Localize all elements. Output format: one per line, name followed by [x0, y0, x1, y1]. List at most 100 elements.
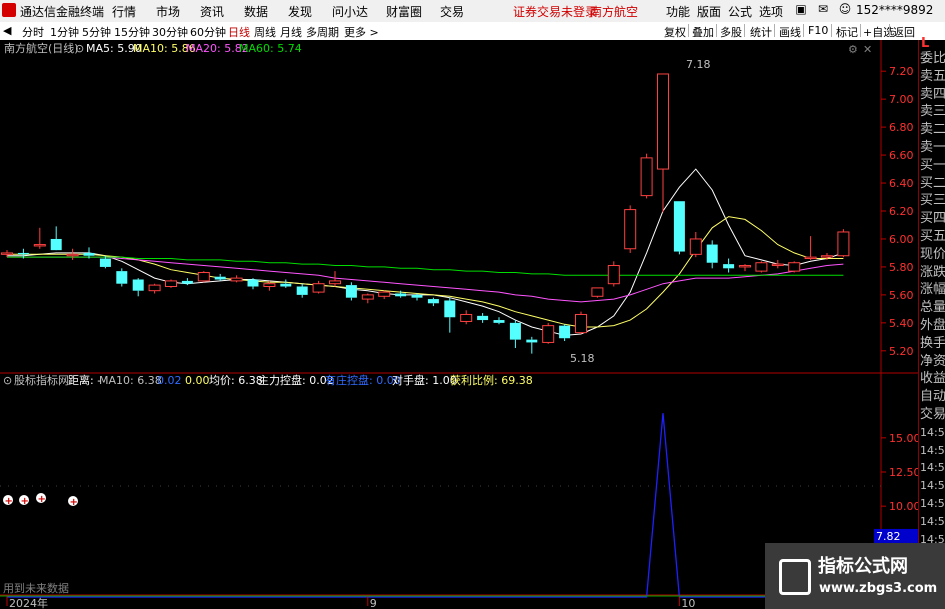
- toolbar-duogu[interactable]: 多股: [720, 24, 742, 40]
- candle-body: [559, 325, 571, 339]
- candle-body: [411, 294, 423, 298]
- price-tick-label: 5.80: [889, 261, 914, 274]
- candle-body: [837, 231, 850, 257]
- candle-body: [542, 325, 555, 343]
- menu-item-jiaoyi[interactable]: 交易: [440, 3, 464, 20]
- quote-field-label: 自动: [920, 389, 945, 405]
- watermark-title: 指标公式网: [818, 556, 908, 577]
- quote-field-label: 净资: [920, 353, 945, 369]
- menu-item-faxian[interactable]: 发现: [288, 3, 312, 20]
- indicator-name: 股标指标网: [14, 373, 69, 387]
- trade-login-status[interactable]: 证券交易未登录: [513, 3, 597, 20]
- period-fenshi[interactable]: 分时: [22, 24, 44, 40]
- account-id[interactable]: 152****9892: [856, 3, 933, 17]
- candle-body: [591, 287, 604, 297]
- candle-body: [165, 280, 177, 288]
- buy-marker-icon: +: [3, 495, 13, 507]
- candle-body: [329, 280, 341, 285]
- menu-item-shuju[interactable]: 数据: [244, 3, 268, 20]
- candle-body: [83, 252, 95, 256]
- period-15min[interactable]: 15分钟: [114, 24, 150, 40]
- menu-item-gongneng[interactable]: 功能: [666, 3, 690, 20]
- message-icon[interactable]: ✉: [812, 2, 834, 18]
- candle-body: [247, 279, 259, 287]
- candle-body: [361, 294, 374, 300]
- kline-chart[interactable]: 15.0012.5010.007.505.007.82 7.207.006.80…: [0, 40, 918, 609]
- toolbar-diejia[interactable]: 叠加: [692, 24, 714, 40]
- candle-up: [197, 271, 210, 283]
- menu-item-hangqing[interactable]: 行情: [112, 3, 136, 20]
- candle-body: [214, 276, 226, 280]
- candle-up: [640, 153, 653, 199]
- candle-up: [591, 287, 604, 298]
- indicator-huoli: 获利比例: 69.38: [450, 373, 533, 387]
- candle-body: [99, 258, 111, 267]
- candle-up: [575, 311, 587, 335]
- indicator-toggle-icon[interactable]: ⊙: [3, 374, 12, 387]
- low-price-label: 5.18: [570, 352, 595, 365]
- period-60min[interactable]: 60分钟: [190, 24, 226, 40]
- indicator-current-value: 7.82: [876, 530, 901, 543]
- menu-item-wenxiaoda[interactable]: 问小达: [332, 3, 368, 20]
- candle-body: [640, 157, 653, 197]
- ma60-label: MA60: 5.74: [239, 42, 302, 55]
- menu-item-gongshi[interactable]: 公式: [728, 3, 752, 20]
- indicator-junjia: 均价: 6.38: [209, 374, 263, 387]
- period-more[interactable]: 更多 >: [344, 24, 379, 40]
- period-weekly[interactable]: 周线: [254, 24, 276, 40]
- menu-item-xuanxiang[interactable]: 选项: [759, 3, 783, 20]
- price-tick-label: 6.20: [889, 205, 914, 218]
- user-icon[interactable]: ☺: [834, 2, 856, 18]
- candle-body: [378, 291, 391, 297]
- period-5min[interactable]: 5分钟: [82, 24, 111, 40]
- svg-text:+: +: [5, 496, 13, 507]
- menu-item-banmian[interactable]: 版面: [697, 3, 721, 20]
- candle-body: [607, 265, 620, 285]
- period-monthly[interactable]: 月线: [280, 24, 302, 40]
- quote-field-label: 14:56: [920, 425, 945, 439]
- indicator-value-2: 0.00: [185, 374, 210, 387]
- toolbar-back[interactable]: 返回: [893, 24, 915, 40]
- candle-body: [575, 313, 587, 334]
- date-tick-label: 9: [370, 597, 377, 609]
- candle-body: [771, 263, 784, 267]
- menu-item-zixun[interactable]: 资讯: [200, 3, 224, 20]
- app-logo-icon: [2, 3, 16, 17]
- candle-body: [17, 252, 29, 255]
- toolbar-biaoji[interactable]: 标记: [836, 24, 858, 40]
- quote-field-label: 14:56: [920, 479, 945, 493]
- watermark-url: www.zbgs3.com: [819, 581, 938, 596]
- quote-field-label: 买三: [920, 193, 945, 209]
- period-daily[interactable]: 日线: [228, 24, 250, 40]
- price-tick-label: 6.00: [889, 233, 914, 246]
- candle-body: [280, 283, 292, 287]
- quote-field-label: 14:56: [920, 461, 945, 475]
- future-data-warning: 用到未来数据: [3, 581, 69, 595]
- chart-dropdown-icon[interactable]: ⊙: [75, 42, 84, 55]
- skin-icon[interactable]: ▣: [790, 2, 812, 18]
- toolbar-huaxian[interactable]: 画线: [779, 24, 801, 40]
- candle-body: [624, 209, 637, 250]
- panel-level-letter: L: [921, 36, 930, 51]
- settings-icon[interactable]: ⚙: [848, 43, 858, 56]
- candle-body: [477, 315, 489, 321]
- indicator-duishou: 对手盘: 1.00: [392, 373, 457, 387]
- toolbar-f10[interactable]: F10: [808, 24, 828, 37]
- toolbar-fuquan[interactable]: 复权: [664, 24, 686, 40]
- quote-field-label: 总量: [920, 300, 945, 316]
- toolbar-tongji[interactable]: 统计: [750, 24, 772, 40]
- toolbar-separator: [688, 24, 689, 37]
- quote-field-label: 14:56: [920, 497, 945, 510]
- menu-item-shichang[interactable]: 市场: [156, 3, 180, 20]
- collapse-icon[interactable]: ◀: [3, 24, 11, 37]
- candle-body: [821, 255, 833, 258]
- candle-body: [673, 201, 685, 252]
- period-multi[interactable]: 多周期: [306, 24, 339, 40]
- period-30min[interactable]: 30分钟: [152, 24, 188, 40]
- close-icon[interactable]: ✕: [863, 43, 872, 56]
- candle-body: [263, 283, 276, 288]
- menu-item-caifuquan[interactable]: 财富圈: [386, 3, 422, 20]
- svg-text:+: +: [38, 494, 46, 505]
- watermark: 指标公式网 www.zbgs3.com: [765, 543, 945, 609]
- period-1min[interactable]: 1分钟: [50, 24, 79, 40]
